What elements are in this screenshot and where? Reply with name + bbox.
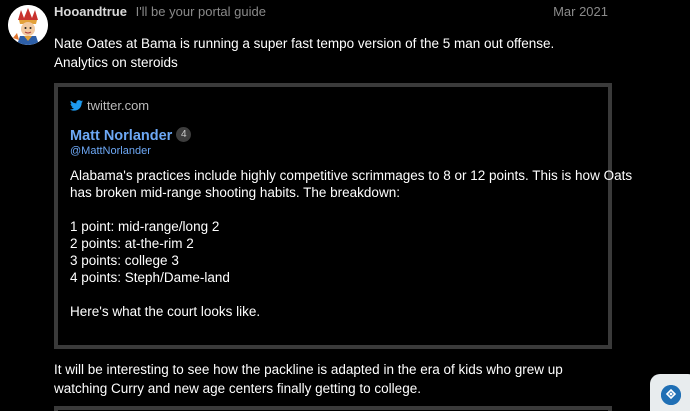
tweet-point-line: 2 points: at-the-rim 2 <box>70 236 194 251</box>
post-paragraph: It will be interesting to see how the pa… <box>54 362 563 396</box>
tweet-text-line: Alabama's practices include highly compe… <box>70 168 633 183</box>
user-title: I'll be your portal guide <box>135 4 266 19</box>
username[interactable]: Hooandtrue <box>54 4 127 19</box>
onebox-source-label: twitter.com <box>87 98 150 113</box>
link-count-badge: 4 <box>176 126 192 142</box>
tweet-text-line: has broken mid-range shooting habits. Th… <box>70 185 400 200</box>
avatar[interactable] <box>8 5 48 45</box>
next-onebox[interactable] <box>54 406 612 411</box>
tweet-body: Alabama's practices include highly compe… <box>70 167 633 320</box>
chat-support-widget[interactable] <box>650 374 690 411</box>
tweet-author-handle[interactable]: @MattNorlander <box>70 144 151 158</box>
topic-post: Hooandtrue I'll be your portal guide Mar… <box>0 0 690 411</box>
tweet-point-line: 3 points: college 3 <box>70 253 179 268</box>
chat-support-icon <box>661 385 681 405</box>
topic-page: Hooandtrue I'll be your portal guide Mar… <box>0 0 690 411</box>
post-paragraph: Nate Oates at Bama is running a super fa… <box>54 36 555 70</box>
tweet-author-name[interactable]: Matt Norlander <box>70 128 172 144</box>
twitter-bird-icon <box>70 100 83 111</box>
post-date[interactable]: Mar 2021 <box>553 3 608 21</box>
post-header: Hooandtrue I'll be your portal guide Mar… <box>54 3 610 21</box>
tweet-author-row: Matt Norlander 4 <box>70 126 192 145</box>
tweet-point-line: 1 point: mid-range/long 2 <box>70 219 220 234</box>
tweet-point-line: 4 points: Steph/Dame-land <box>70 270 230 285</box>
onebox-source[interactable]: twitter.com <box>70 97 149 115</box>
tweet-closing-line: Here's what the court looks like. <box>70 304 261 319</box>
twitter-onebox[interactable]: twitter.com Matt Norlander 4 @MattNorland… <box>54 83 633 349</box>
cartoon-character-avatar-icon <box>8 5 48 45</box>
